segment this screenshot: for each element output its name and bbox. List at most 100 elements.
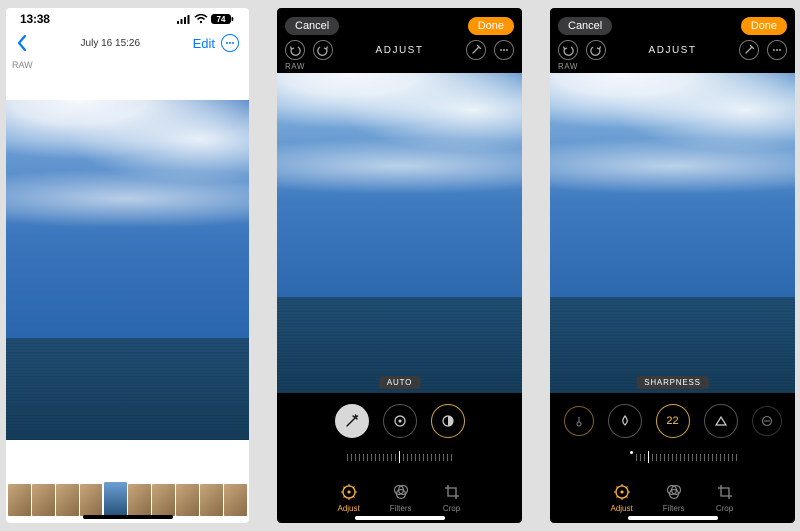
done-button[interactable]: Done xyxy=(741,17,787,35)
thumb[interactable] xyxy=(152,484,175,516)
markup-button[interactable] xyxy=(466,40,486,60)
warmth-icon xyxy=(573,415,585,427)
wand-icon xyxy=(344,413,360,429)
dial-noise[interactable] xyxy=(752,406,782,436)
thumb-selected[interactable] xyxy=(104,482,127,518)
tab-label: Adjust xyxy=(337,504,359,513)
thumb[interactable] xyxy=(224,484,247,516)
adjust-icon xyxy=(339,482,359,502)
dial-exposure[interactable] xyxy=(383,404,417,438)
svg-text:74: 74 xyxy=(217,15,226,24)
adjustment-dials xyxy=(277,393,522,445)
thumbnail-strip[interactable] xyxy=(6,482,249,518)
edit-button[interactable]: Edit xyxy=(193,36,215,51)
dial-warmth[interactable] xyxy=(564,406,594,436)
filters-icon xyxy=(391,482,411,502)
slider-ruler[interactable] xyxy=(277,445,522,469)
home-indicator[interactable] xyxy=(628,516,718,520)
home-indicator[interactable] xyxy=(355,516,445,520)
edit-nav: Cancel Done xyxy=(277,8,522,36)
thumb[interactable] xyxy=(32,484,55,516)
crop-icon xyxy=(442,482,462,502)
crop-icon xyxy=(715,482,735,502)
dial-sharpness[interactable]: 22 xyxy=(656,404,690,438)
raw-badge: RAW xyxy=(550,62,795,73)
home-indicator[interactable] xyxy=(83,515,173,519)
status-time: 13:38 xyxy=(20,12,50,26)
tab-adjust[interactable]: Adjust xyxy=(610,482,632,513)
more-button[interactable] xyxy=(221,34,239,52)
adjustment-chip: AUTO xyxy=(379,376,420,389)
status-right: 74 xyxy=(177,13,235,25)
tab-adjust[interactable]: Adjust xyxy=(337,482,359,513)
tab-label: Filters xyxy=(663,504,685,513)
tab-crop[interactable]: Crop xyxy=(715,482,735,513)
dial-brilliance[interactable] xyxy=(431,404,465,438)
tab-label: Filters xyxy=(390,504,412,513)
thumb[interactable] xyxy=(128,484,151,516)
noise-icon xyxy=(761,415,773,427)
dial-definition[interactable] xyxy=(704,404,738,438)
back-button[interactable] xyxy=(16,34,28,52)
thumb[interactable] xyxy=(56,484,79,516)
wifi-icon xyxy=(194,14,208,24)
cell-signal-icon xyxy=(177,14,191,24)
photo-preview[interactable] xyxy=(6,100,249,440)
tab-label: Crop xyxy=(443,504,460,513)
tab-label: Crop xyxy=(716,504,733,513)
adjust-icon xyxy=(612,482,632,502)
dial-tint[interactable] xyxy=(608,404,642,438)
raw-badge: RAW xyxy=(6,58,249,70)
more-options-button[interactable] xyxy=(494,40,514,60)
thumb[interactable] xyxy=(80,484,103,516)
dial-value: 22 xyxy=(666,415,678,427)
slider-ruler[interactable] xyxy=(550,445,795,469)
slider-handle[interactable] xyxy=(399,451,400,463)
more-options-button[interactable] xyxy=(767,40,787,60)
slider-origin-dot xyxy=(630,451,633,454)
raw-badge: RAW xyxy=(277,62,522,73)
status-bar: 13:38 74 xyxy=(6,8,249,30)
photo-canvas[interactable]: AUTO xyxy=(277,73,522,393)
tab-filters[interactable]: Filters xyxy=(663,482,685,513)
edit-mode-tabs: Adjust Filters Crop xyxy=(277,471,522,513)
thumb[interactable] xyxy=(200,484,223,516)
thumb[interactable] xyxy=(176,484,199,516)
detail-nav: July 16 15:26 Edit xyxy=(6,30,249,58)
tab-filters[interactable]: Filters xyxy=(390,482,412,513)
cancel-button[interactable]: Cancel xyxy=(558,17,612,35)
sky-clouds xyxy=(277,73,522,259)
edit-mode-tabs: Adjust Filters Crop xyxy=(550,471,795,513)
photo-date-title: July 16 15:26 xyxy=(28,38,193,49)
exposure-icon xyxy=(393,414,407,428)
battery-icon: 74 xyxy=(211,13,235,25)
sky-clouds xyxy=(6,100,249,297)
done-button[interactable]: Done xyxy=(468,17,514,35)
redo-button[interactable] xyxy=(586,40,606,60)
slider-handle[interactable] xyxy=(648,451,649,463)
photo-canvas[interactable]: SHARPNESS xyxy=(550,73,795,393)
undo-button[interactable] xyxy=(558,40,578,60)
thumb[interactable] xyxy=(8,484,31,516)
edit-screen-sharpness: Cancel Done ADJUST RAW SHARPNESS 22 xyxy=(550,8,795,523)
undo-button[interactable] xyxy=(285,40,305,60)
definition-icon xyxy=(714,414,728,428)
sea xyxy=(6,338,249,440)
brilliance-icon xyxy=(441,414,455,428)
markup-button[interactable] xyxy=(739,40,759,60)
adjustment-dials: 22 xyxy=(550,393,795,445)
tint-icon xyxy=(618,414,632,428)
dial-auto[interactable] xyxy=(335,404,369,438)
filters-icon xyxy=(664,482,684,502)
edit-section-title: ADJUST xyxy=(376,45,424,56)
redo-button[interactable] xyxy=(313,40,333,60)
photos-detail-screen: 13:38 74 July 16 15:26 Edit RAW xyxy=(6,8,249,523)
cancel-button[interactable]: Cancel xyxy=(285,17,339,35)
edit-subnav: ADJUST xyxy=(550,36,795,62)
tab-crop[interactable]: Crop xyxy=(442,482,462,513)
edit-screen-auto: Cancel Done ADJUST RAW AUTO xyxy=(277,8,522,523)
adjustment-chip: SHARPNESS xyxy=(636,376,709,389)
tab-label: Adjust xyxy=(610,504,632,513)
sky-clouds xyxy=(550,73,795,259)
edit-nav: Cancel Done xyxy=(550,8,795,36)
